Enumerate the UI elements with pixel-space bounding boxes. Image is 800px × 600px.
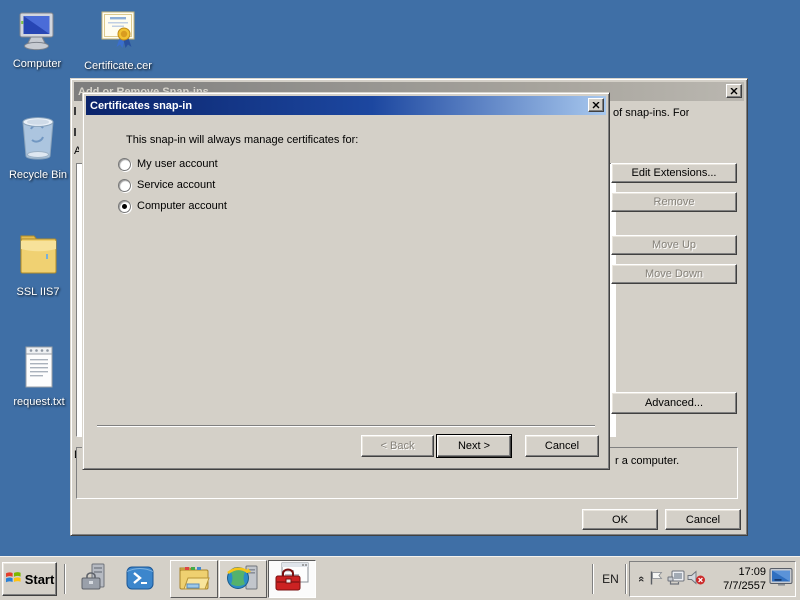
radio-option-label: Computer account [137,200,227,212]
desktop-icon-recycle-bin[interactable]: Recycle Bin [0,113,77,182]
description-text-fragment: r a computer. [615,455,679,467]
computer-icon [17,12,57,55]
radio-option-computer-account[interactable]: Computer account [118,199,227,213]
advanced-button[interactable]: Advanced... [611,392,737,414]
move-down-button[interactable]: Move Down [611,264,737,284]
desktop: Computer Certificate.cer [0,0,800,600]
close-icon[interactable] [726,84,742,98]
clock-time: 17:09 [706,565,766,579]
certificate-icon [95,10,141,57]
radio-button-icon[interactable] [118,200,131,213]
server-manager-icon [79,563,109,596]
radio-button-icon[interactable] [118,158,131,171]
cancel-button[interactable]: Cancel [665,509,741,530]
taskbar-divider [625,564,627,594]
radio-option-my-user-account[interactable]: My user account [118,157,218,171]
move-up-button[interactable]: Move Up [611,235,737,255]
desktop-icon-label: SSL IIS7 [16,286,59,299]
start-button[interactable]: Start [2,562,57,596]
tray-collapse-button[interactable]: « [634,562,648,596]
language-indicator[interactable]: EN [597,566,624,592]
taskbar-divider [64,564,66,594]
chevron-collapse-icon: « [635,576,647,582]
radio-option-label: Service account [137,179,215,191]
instruction-text: This snap-in will always manage certific… [126,134,358,146]
quicklaunch-powershell[interactable] [124,563,156,595]
quicklaunch-server-manager[interactable] [78,563,110,595]
desktop-icon-ssl-iis7[interactable]: SSL IIS7 [0,228,77,299]
taskbutton-iis-manager[interactable] [219,560,267,598]
folder-icon [16,228,60,283]
mmc-toolbox-icon [274,562,310,597]
desktop-icon-label: request.txt [13,396,64,409]
radio-option-service-account[interactable]: Service account [118,178,215,192]
radio-option-label: My user account [137,158,218,170]
clock-date: 7/7/2557 [706,579,766,593]
recycle-bin-icon [17,113,59,166]
show-desktop-button[interactable] [768,562,795,596]
certificates-dialog-title: Certificates snap-in [90,100,192,112]
volume-muted-icon [687,570,706,589]
available-snapins-label-fragment: A [74,145,79,157]
taskbutton-windows-explorer[interactable] [170,560,218,598]
radio-button-icon[interactable] [118,179,131,192]
remove-button[interactable]: Remove [611,192,737,212]
clipped-text-fragment [74,128,76,136]
desktop-icon-computer[interactable]: Computer [0,12,76,71]
start-label: Start [25,572,55,587]
certificates-dialog-titlebar[interactable]: Certificates snap-in [86,96,606,115]
next-button[interactable]: Next > [436,434,512,458]
show-desktop-icon [769,567,794,591]
system-tray: « [629,561,796,597]
taskbar-divider [592,564,594,594]
separator-line [97,425,595,427]
tray-clock[interactable]: 17:09 7/7/2557 [706,565,766,593]
back-button[interactable]: < Back [361,435,434,457]
ok-button[interactable]: OK [582,509,658,530]
windows-logo-icon [5,570,22,588]
powershell-icon [126,564,154,595]
desktop-icon-request-txt[interactable]: request.txt [0,344,78,409]
taskbar: Start [0,556,800,600]
explorer-folder-icon [177,564,211,595]
network-icon [667,570,685,589]
desktop-icon-label: Certificate.cer [84,60,152,73]
tray-flag[interactable] [648,562,664,596]
flag-icon [649,570,663,589]
tray-network[interactable] [666,562,685,596]
certificates-snapin-dialog: Certificates snap-in This snap-in will a… [82,92,610,470]
tray-volume-muted[interactable] [686,562,706,596]
desktop-icon-label: Recycle Bin [9,169,67,182]
snapins-intro-text-fragment: of snap-ins. For [613,107,689,119]
text-file-icon [22,344,56,393]
desktop-icon-label: Computer [13,58,61,71]
close-icon[interactable] [588,98,604,112]
taskbutton-mmc-console[interactable] [268,560,316,598]
desktop-icon-certificate[interactable]: Certificate.cer [79,10,157,73]
clipped-text-fragment [74,107,76,115]
edit-extensions-button[interactable]: Edit Extensions... [611,163,737,183]
iis-globe-server-icon [226,563,260,596]
cancel-button[interactable]: Cancel [525,435,599,457]
